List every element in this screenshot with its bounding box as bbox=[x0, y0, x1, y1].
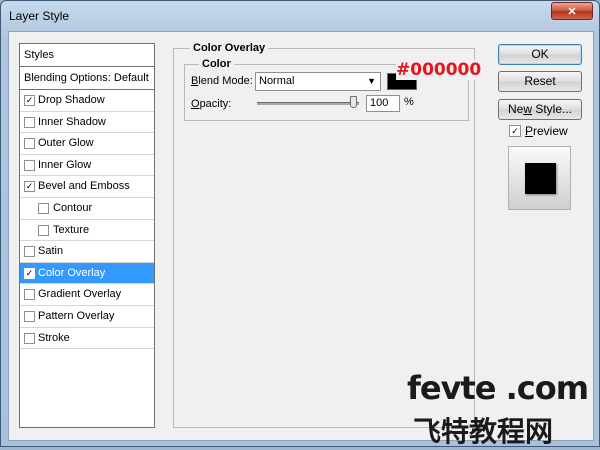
blend-mode-label: Blend Mode: bbox=[191, 75, 253, 87]
panel-title: Color Overlay bbox=[190, 42, 269, 54]
style-checkbox[interactable] bbox=[24, 159, 35, 171]
style-item-label: Inner Glow bbox=[38, 158, 92, 171]
styles-list: Styles Blending Options: Default ✓ Drop S… bbox=[19, 43, 155, 428]
layer-style-window: Layer Style ✕ Styles Blending Options: D… bbox=[0, 0, 600, 448]
style-item-label: Stroke bbox=[38, 331, 70, 344]
style-item-label: Color Overlay bbox=[38, 266, 106, 279]
title-bar[interactable]: Layer Style ✕ bbox=[1, 1, 599, 31]
style-item-label: Outer Glow bbox=[38, 137, 94, 150]
style-item-label: Contour bbox=[53, 201, 93, 214]
watermark-logo-cn: 飞特教程网 bbox=[413, 415, 554, 448]
blend-mode-select[interactable]: Normal ▼ bbox=[255, 72, 381, 91]
style-checkbox[interactable] bbox=[24, 310, 35, 322]
preview-square bbox=[525, 163, 556, 194]
chevron-down-icon: ▼ bbox=[367, 76, 376, 86]
color-group: Color Blend Mode: Normal ▼ #000000 Opaci… bbox=[184, 58, 482, 121]
style-item-texture[interactable]: Texture bbox=[20, 220, 154, 242]
style-item-satin[interactable]: Satin bbox=[20, 241, 154, 263]
preview-label: Preview bbox=[525, 124, 568, 138]
style-item-label: Gradient Overlay bbox=[38, 288, 122, 301]
styles-header[interactable]: Styles bbox=[20, 44, 154, 67]
style-item-label: Inner Shadow bbox=[38, 115, 106, 128]
style-item-gradient-overlay[interactable]: Gradient Overlay bbox=[20, 284, 154, 306]
close-icon: ✕ bbox=[567, 5, 577, 18]
style-items: ✓ Drop Shadow Inner Shadow Outer Glow Inner … bbox=[20, 90, 154, 350]
style-item-drop-shadow[interactable]: ✓ Drop Shadow bbox=[20, 90, 154, 112]
style-item-outer-glow[interactable]: Outer Glow bbox=[20, 133, 154, 155]
opacity-slider-track[interactable] bbox=[257, 102, 359, 105]
style-item-inner-shadow[interactable]: Inner Shadow bbox=[20, 112, 154, 134]
style-item-inner-glow[interactable]: Inner Glow bbox=[20, 155, 154, 177]
percent-sign: % bbox=[404, 96, 414, 108]
opacity-input[interactable]: 100 bbox=[366, 95, 400, 112]
reset-button[interactable]: Reset bbox=[498, 71, 582, 92]
style-item-stroke[interactable]: Stroke bbox=[20, 328, 154, 350]
style-checkbox[interactable] bbox=[38, 202, 49, 214]
new-style-button[interactable]: New Style... bbox=[498, 99, 582, 120]
style-checkbox[interactable]: ✓ bbox=[24, 95, 35, 106]
style-checkbox[interactable] bbox=[24, 116, 35, 128]
style-checkbox[interactable]: ✓ bbox=[24, 267, 35, 279]
style-item-label: Bevel and Emboss bbox=[38, 180, 130, 193]
style-item-label: Pattern Overlay bbox=[38, 309, 115, 322]
style-checkbox[interactable] bbox=[38, 224, 49, 236]
preview-thumbnail bbox=[508, 146, 571, 210]
style-checkbox[interactable] bbox=[24, 246, 35, 258]
watermark-logo-en: fevte .com bbox=[407, 369, 589, 407]
style-checkbox[interactable] bbox=[24, 332, 35, 344]
preview-checkbox[interactable]: ✓ bbox=[509, 125, 521, 137]
color-hex-annotation: #000000 bbox=[396, 60, 482, 80]
style-checkbox[interactable] bbox=[24, 289, 35, 301]
window-title: Layer Style bbox=[9, 9, 70, 23]
blend-mode-value: Normal bbox=[259, 75, 295, 87]
style-item-contour[interactable]: Contour bbox=[20, 198, 154, 220]
blending-options-item[interactable]: Blending Options: Default bbox=[20, 67, 154, 90]
style-item-bevel-and-emboss[interactable]: ✓ Bevel and Emboss bbox=[20, 176, 154, 198]
style-item-pattern-overlay[interactable]: Pattern Overlay bbox=[20, 306, 154, 328]
opacity-slider-thumb[interactable] bbox=[350, 96, 357, 108]
style-item-color-overlay[interactable]: ✓ Color Overlay bbox=[20, 262, 154, 285]
ok-button[interactable]: OK bbox=[498, 44, 582, 65]
color-group-title: Color bbox=[199, 58, 234, 70]
dialog-client: Styles Blending Options: Default ✓ Drop S… bbox=[8, 31, 594, 448]
close-button[interactable]: ✕ bbox=[551, 2, 593, 20]
style-item-label: Drop Shadow bbox=[38, 94, 105, 106]
style-item-label: Satin bbox=[38, 245, 64, 258]
style-checkbox[interactable]: ✓ bbox=[24, 181, 35, 193]
style-item-label: Texture bbox=[53, 223, 90, 236]
opacity-label: Opacity: bbox=[191, 98, 232, 110]
style-checkbox[interactable] bbox=[24, 138, 35, 150]
